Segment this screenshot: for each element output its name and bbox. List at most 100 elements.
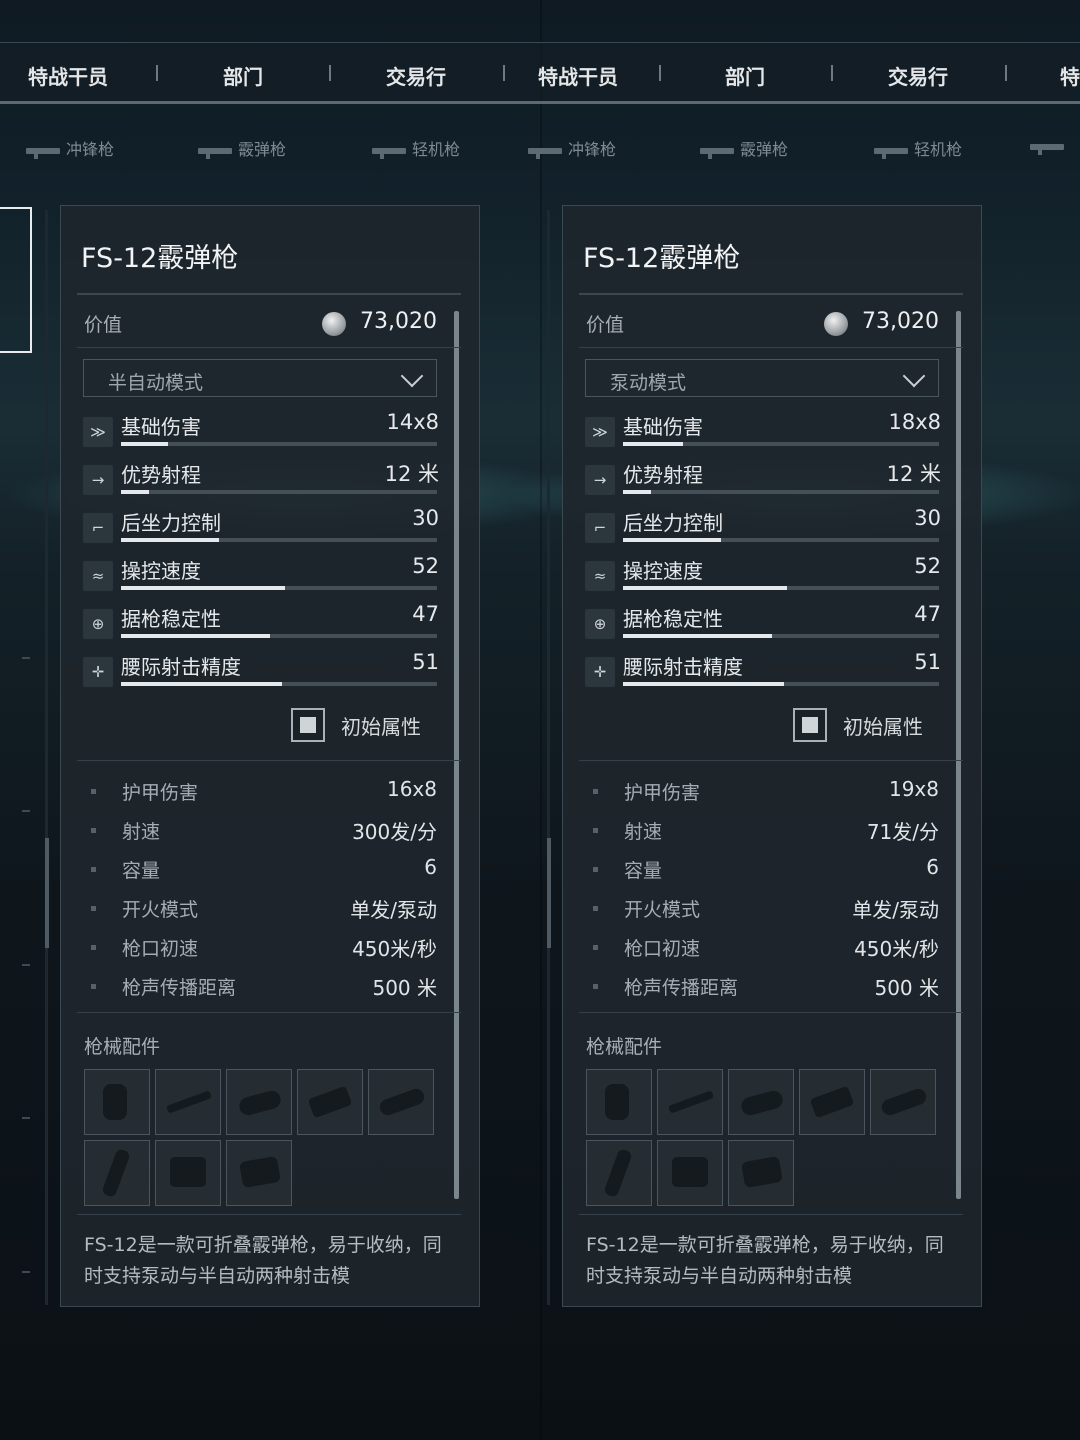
accessory-slot[interactable] (297, 1069, 363, 1135)
fire-mode-dropdown[interactable]: 泵动模式 (585, 359, 939, 397)
accessory-slot[interactable] (155, 1069, 221, 1135)
attribute-row: 护甲伤害 19x8 (593, 776, 939, 808)
initial-attributes-checkbox[interactable] (291, 708, 325, 742)
screen-divider (540, 0, 542, 1440)
accessory-slot[interactable] (226, 1069, 292, 1135)
stat-row: ⊕ 据枪稳定性 47 (585, 599, 941, 643)
stat-row: ⊕ 据枪稳定性 47 (83, 599, 439, 643)
stat-bar-fill (623, 682, 785, 686)
lmg-icon (372, 147, 406, 159)
tab-lmg-cut[interactable] (1030, 136, 1070, 155)
nav-separator (503, 65, 505, 81)
stat-value: 14x8 (386, 410, 439, 434)
foregrip-icon (809, 1085, 855, 1119)
stat-value: 52 (412, 554, 439, 578)
accessory-slot[interactable] (586, 1069, 652, 1135)
list-scrollbar[interactable] (45, 210, 48, 1305)
stat-bar-fill (623, 490, 652, 494)
bullet-icon (91, 984, 96, 989)
tab-lmg[interactable]: 轻机枪 (372, 136, 460, 160)
stat-value: 52 (914, 554, 941, 578)
stat-bar (623, 634, 939, 638)
initial-attributes-label: 初始属性 (843, 715, 923, 739)
handling-icon: ≈ (585, 561, 615, 591)
divider (77, 1214, 461, 1215)
accessory-slot[interactable] (368, 1069, 434, 1135)
accessory-slot[interactable] (728, 1140, 794, 1206)
range-icon: → (585, 465, 615, 495)
panel-scrollbar[interactable] (956, 311, 961, 1199)
stat-row: → 优势射程 12 米 (585, 455, 941, 499)
tab-smg[interactable]: 冲锋枪 (26, 136, 114, 160)
stat-bar (623, 490, 939, 494)
accessory-slot[interactable] (84, 1069, 150, 1135)
panel-scrollbar[interactable] (454, 311, 459, 1199)
nav-tab-market[interactable]: 交易行 (888, 61, 948, 90)
accessory-slot[interactable] (586, 1140, 652, 1206)
stock-icon (668, 1090, 714, 1114)
hipfire-icon: ✛ (83, 657, 113, 687)
stat-row: ≈ 操控速度 52 (585, 551, 941, 595)
lmg-icon (1030, 143, 1064, 155)
stat-label: 后坐力控制 (121, 511, 221, 535)
bullet-icon (593, 789, 598, 794)
bullet-icon (593, 945, 598, 950)
recoil-icon: ⌐ (585, 513, 615, 543)
top-nav: 特战干员 部门 交易行 特战干员 部门 交易行 特 (0, 42, 1080, 104)
attribute-value: 6 (424, 855, 437, 879)
stat-bar-fill (121, 538, 219, 542)
stat-row: ⌐ 后坐力控制 30 (83, 503, 439, 547)
value-label: 价值 (84, 314, 123, 336)
stat-bar (623, 442, 939, 446)
nav-tab-department[interactable]: 部门 (725, 61, 765, 90)
barrel-icon (879, 1086, 929, 1118)
accessory-slot[interactable] (657, 1069, 723, 1135)
nav-tab-operators[interactable]: 特战干员 (28, 61, 108, 90)
nav-separator (659, 65, 661, 81)
nav-tab-department[interactable]: 部门 (223, 61, 263, 90)
initial-attributes-checkbox[interactable] (793, 708, 827, 742)
attribute-label: 枪口初速 (624, 938, 701, 960)
tab-shotgun[interactable]: 霰弹枪 (700, 136, 788, 160)
list-divider (22, 657, 30, 659)
nav-tab-operators[interactable]: 特战干员 (538, 61, 618, 90)
stat-label: 优势射程 (623, 463, 703, 487)
accessory-slot[interactable] (870, 1069, 936, 1135)
bullet-icon (593, 906, 598, 911)
list-scrollbar[interactable] (547, 210, 550, 1305)
attribute-label: 容量 (624, 860, 663, 882)
divider (579, 347, 963, 348)
nav-tab-operators-cut[interactable]: 特 (1060, 61, 1080, 90)
tab-smg[interactable]: 冲锋枪 (528, 136, 616, 160)
attribute-value: 300发/分 (352, 820, 437, 844)
list-scroll-thumb[interactable] (45, 838, 49, 948)
fire-mode-dropdown[interactable]: 半自动模式 (83, 359, 437, 397)
bullet-icon (91, 945, 96, 950)
accessory-slot[interactable] (657, 1140, 723, 1206)
list-scroll-thumb[interactable] (547, 838, 551, 948)
tab-smg-label: 冲锋枪 (568, 140, 617, 159)
accessory-slot[interactable] (799, 1069, 865, 1135)
selected-weapon-card[interactable] (0, 207, 32, 353)
hipfire-icon: ✛ (585, 657, 615, 687)
tab-lmg[interactable]: 轻机枪 (874, 136, 962, 160)
accessory-slot[interactable] (226, 1140, 292, 1206)
divider (77, 293, 461, 295)
smg-icon (528, 147, 562, 159)
shotgun-icon (700, 147, 734, 159)
attribute-label: 射速 (122, 821, 161, 843)
accessories-title: 枪械配件 (84, 1036, 161, 1058)
accessory-slot[interactable] (84, 1140, 150, 1206)
nav-tab-market[interactable]: 交易行 (386, 61, 446, 90)
attribute-value: 450米/秒 (352, 937, 437, 961)
accessory-slot[interactable] (728, 1069, 794, 1135)
recoil-icon: ⌐ (83, 513, 113, 543)
tab-shotgun[interactable]: 霰弹枪 (198, 136, 286, 160)
stat-value: 12 米 (886, 462, 941, 486)
stat-label: 基础伤害 (623, 415, 703, 439)
coin-icon (322, 312, 346, 336)
accessory-slot[interactable] (155, 1140, 221, 1206)
stat-label: 据枪稳定性 (623, 607, 723, 631)
foregrip-icon (307, 1085, 353, 1119)
stock-icon (166, 1090, 212, 1114)
